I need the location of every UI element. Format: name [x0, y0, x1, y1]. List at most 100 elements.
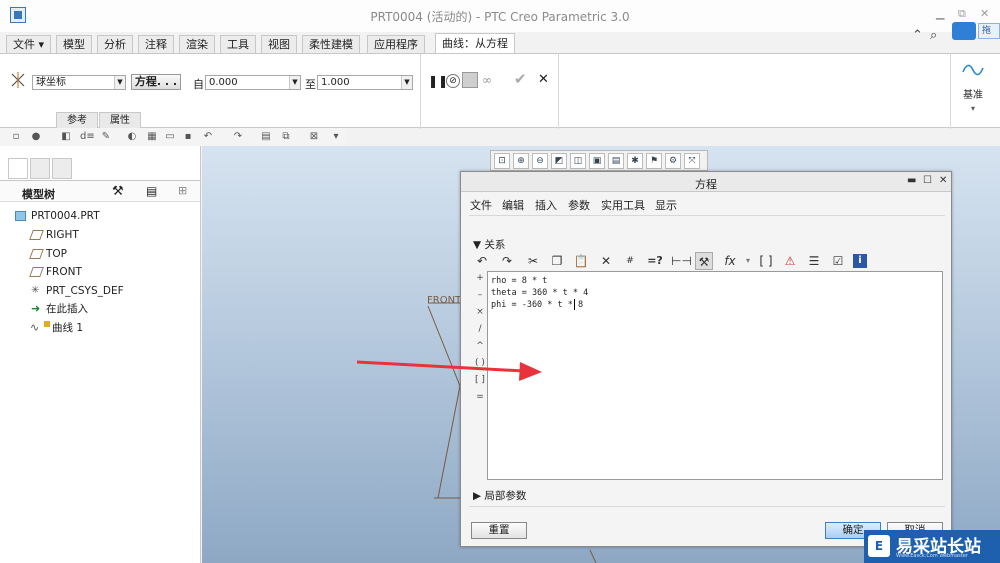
- operator-minus[interactable]: –: [473, 290, 487, 300]
- dialog-minimize-button[interactable]: ▬: [907, 175, 916, 186]
- tab-flexible-modeling[interactable]: 柔性建模: [302, 35, 360, 53]
- reset-button[interactable]: 重置: [471, 522, 527, 539]
- display-style-icon[interactable]: ●: [30, 131, 42, 143]
- new-icon[interactable]: ▫: [10, 131, 22, 143]
- tab-view[interactable]: 视图: [261, 35, 297, 53]
- close-button[interactable]: ✕: [980, 7, 989, 20]
- paste-icon[interactable]: 📋: [572, 252, 590, 270]
- info-icon[interactable]: i: [853, 254, 867, 268]
- operator-brackets[interactable]: [ ]: [473, 375, 487, 385]
- to-value-input[interactable]: 1.000 ▼: [317, 75, 413, 90]
- ribbon: 球坐标 ▼ 方程. . . 自 0.000 ▼ 至 1.000 ▼ ❚❚ ⊘ ∞…: [0, 53, 1000, 129]
- operator-plus[interactable]: +: [473, 273, 487, 283]
- tab-applications[interactable]: 应用程序: [367, 35, 425, 53]
- text-cursor: [574, 299, 575, 310]
- undo-icon[interactable]: ↶: [473, 252, 491, 270]
- cancel-x-icon[interactable]: ✕: [538, 72, 549, 87]
- chevron-down-icon[interactable]: ▾: [739, 252, 757, 270]
- tab-curve-from-equation[interactable]: 曲线：从方程: [435, 33, 515, 53]
- close-window-icon[interactable]: ⊠: [308, 131, 320, 143]
- tab-render[interactable]: 渲染: [179, 35, 215, 53]
- tab-file[interactable]: 文件 ▾: [6, 35, 52, 53]
- undo-icon[interactable]: ↶: [202, 131, 214, 143]
- from-value-input[interactable]: 0.000 ▼: [205, 75, 301, 90]
- chevron-up-icon[interactable]: ⌃: [912, 28, 923, 43]
- filter-icon[interactable]: ⊞: [178, 184, 187, 197]
- customize-toolbar-icon[interactable]: ▾: [330, 131, 342, 143]
- dialog-menu-parameters[interactable]: 参数: [568, 197, 590, 213]
- tab-model-tree[interactable]: [8, 158, 28, 179]
- watermark-logo: E: [868, 535, 890, 557]
- sort-numbers-icon[interactable]: #: [621, 252, 639, 270]
- cut-icon[interactable]: ✂: [524, 252, 542, 270]
- divider: [469, 506, 945, 507]
- search-icon[interactable]: ⌕: [930, 28, 937, 43]
- tab-favorites[interactable]: [52, 158, 72, 179]
- local-params-toggle[interactable]: ▶ 局部参数: [473, 488, 526, 503]
- checklist-icon[interactable]: ☑: [829, 252, 847, 270]
- tab-annotate[interactable]: 注释: [138, 35, 174, 53]
- window-title: PRT0004 (活动的) - PTC Creo Parametric 3.0: [370, 10, 630, 24]
- tab-model[interactable]: 模型: [56, 35, 92, 53]
- tab-analysis[interactable]: 分析: [97, 35, 133, 53]
- operator-parentheses[interactable]: ( ): [473, 358, 487, 368]
- dialog-close-button[interactable]: ✕: [939, 175, 947, 186]
- dialog-menu-utilities[interactable]: 实用工具: [601, 197, 645, 213]
- tab-references[interactable]: 参考: [56, 112, 98, 128]
- settings-icon[interactable]: ⚒: [112, 184, 124, 199]
- minimize-button[interactable]: ▁: [936, 7, 944, 20]
- units-icon[interactable]: ⚒: [695, 252, 713, 270]
- operator-equals[interactable]: =: [473, 392, 487, 402]
- new-feature-star-icon: [44, 321, 50, 327]
- dialog-menu-edit[interactable]: 编辑: [502, 197, 524, 213]
- verify-icon[interactable]: ⚠: [781, 252, 799, 270]
- open-icon[interactable]: ▭: [164, 131, 176, 143]
- redo-icon[interactable]: ↷: [498, 252, 516, 270]
- divider: [950, 54, 951, 129]
- brackets-icon[interactable]: [ ]: [757, 252, 775, 270]
- dialog-maximize-button[interactable]: ☐: [923, 175, 932, 186]
- glasses-icon[interactable]: ∞: [482, 73, 492, 87]
- coordinate-system-select[interactable]: 球坐标 ▼: [32, 75, 126, 90]
- copy-icon[interactable]: ❐: [548, 252, 566, 270]
- tab-properties[interactable]: 属性: [99, 112, 141, 128]
- to-value: 1.000: [321, 77, 350, 88]
- equation-button[interactable]: 方程. . .: [131, 74, 181, 90]
- dialog-menu-insert[interactable]: 插入: [535, 197, 557, 213]
- sort-relations-icon[interactable]: ☰: [805, 252, 823, 270]
- operator-power[interactable]: ^: [473, 341, 487, 351]
- dimension-icon[interactable]: d≡: [80, 131, 95, 143]
- dialog-menu-file[interactable]: 文件: [470, 197, 492, 213]
- tab-tools[interactable]: 工具: [220, 35, 256, 53]
- relations-section-toggle[interactable]: ▼ 关系: [473, 237, 505, 252]
- model-tree-icon[interactable]: ▤: [260, 131, 272, 143]
- datum-label[interactable]: 基准: [963, 86, 983, 101]
- delete-icon[interactable]: ✕: [597, 252, 615, 270]
- regenerate-icon[interactable]: ▦: [146, 131, 158, 143]
- divider: [469, 215, 945, 216]
- function-icon[interactable]: fx: [721, 252, 739, 270]
- evaluate-icon[interactable]: =?: [646, 252, 664, 270]
- datum-more-chevron[interactable]: ▾: [971, 104, 975, 113]
- appearance-icon[interactable]: ◐: [126, 131, 138, 143]
- layer-icon[interactable]: ⧉: [280, 131, 292, 143]
- save-icon[interactable]: ▪: [182, 131, 194, 143]
- operator-multiply[interactable]: ×: [473, 307, 487, 317]
- check-icon[interactable]: ✔: [514, 70, 527, 88]
- redo-icon[interactable]: ↷: [232, 131, 244, 143]
- no-preview-icon[interactable]: ⊘: [446, 74, 460, 88]
- dialog-menu-show[interactable]: 显示: [655, 197, 677, 213]
- operator-divide[interactable]: /: [473, 324, 487, 334]
- verify-preview-icon[interactable]: [462, 72, 478, 88]
- equation-editor[interactable]: rho = 8 * t theta = 360 * t * 4 phi = -3…: [487, 271, 943, 480]
- to-label: 至: [305, 78, 316, 91]
- local-params-label: 局部参数: [484, 490, 527, 502]
- restore-button[interactable]: ⧉: [958, 7, 966, 21]
- show-icon[interactable]: ▤: [146, 184, 157, 198]
- dimension-insert-icon[interactable]: ⊢⊣: [671, 252, 692, 270]
- pencil-icon[interactable]: ✎: [100, 131, 112, 143]
- datum-sketch-icon[interactable]: [960, 58, 986, 82]
- box-icon[interactable]: ◧: [60, 131, 72, 143]
- chevron-down-icon: ▼: [289, 76, 300, 89]
- tab-folder-browser[interactable]: [30, 158, 50, 179]
